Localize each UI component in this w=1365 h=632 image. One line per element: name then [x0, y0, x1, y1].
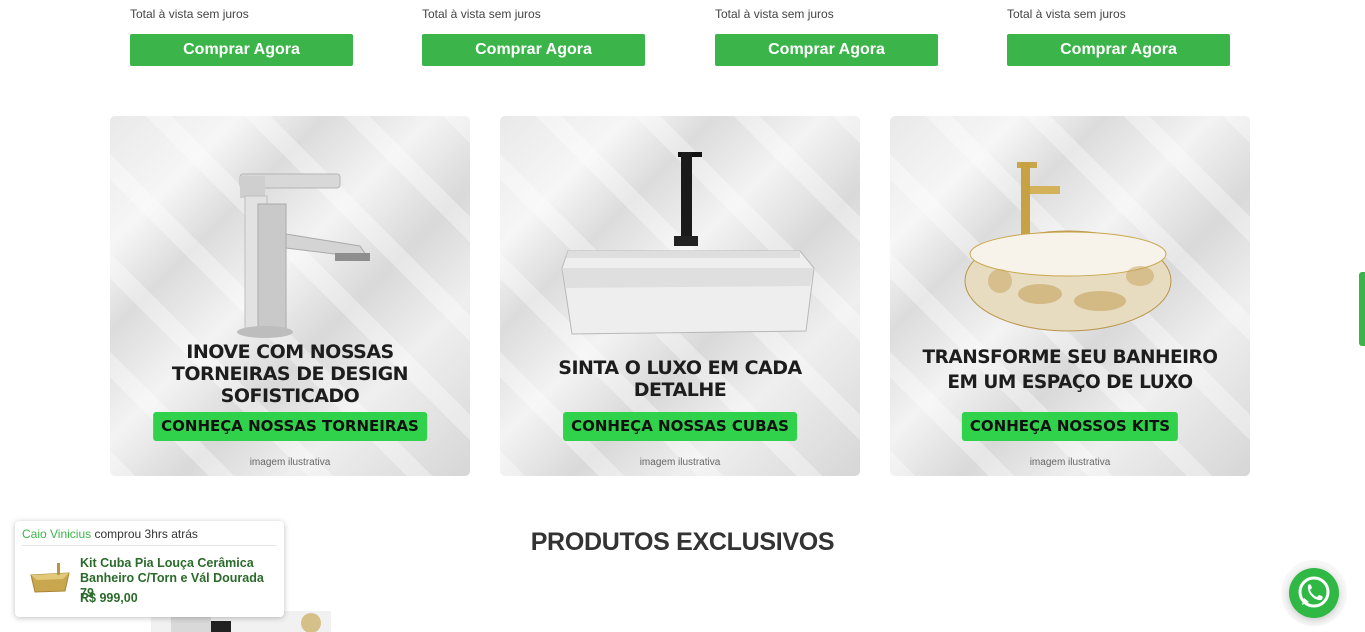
product-buy-row: Total à vista sem juros Comprar Agora To…	[0, 0, 1365, 80]
banner-headline: TRANSFORME SEU BANHEIRO EM UM ESPAÇO DE …	[890, 345, 1250, 395]
banner-faucets[interactable]: INOVE COM NOSSAS TORNEIRAS DE DESIGN SOF…	[110, 116, 470, 476]
shop-faucets-button[interactable]: CONHEÇA NOSSAS TORNEIRAS	[153, 412, 427, 441]
recent-purchase-popup[interactable]: Caio Vinicius comprou 3hrs atrás Kit Cub…	[15, 521, 284, 617]
headline-line: EM UM ESPAÇO DE LUXO	[947, 372, 1193, 393]
purchase-action: comprou 3hrs atrás	[94, 527, 198, 541]
banner-headline: INOVE COM NOSSAS TORNEIRAS DE DESIGN SOF…	[110, 341, 470, 407]
whatsapp-icon	[1298, 576, 1330, 608]
banner-kits[interactable]: TRANSFORME SEU BANHEIRO EM UM ESPAÇO DE …	[890, 116, 1250, 476]
product-card-4: Total à vista sem juros Comprar Agora	[1007, 6, 1230, 66]
headline-line: SINTA O LUXO EM CADA	[558, 357, 802, 379]
banner-sinks[interactable]: SINTA O LUXO EM CADA DETALHE CONHEÇA NOS…	[500, 116, 860, 476]
headline-line: TRANSFORME SEU BANHEIRO	[922, 347, 1218, 368]
whatsapp-button[interactable]	[1289, 568, 1339, 618]
buy-now-button[interactable]: Comprar Agora	[715, 34, 938, 66]
product-thumbnail	[25, 557, 75, 597]
shop-kits-button[interactable]: CONHEÇA NOSSOS KITS	[961, 412, 1179, 441]
golden-kit-image	[964, 162, 1172, 332]
buy-now-button[interactable]: Comprar Agora	[130, 34, 353, 66]
purchase-notice: Caio Vinicius comprou 3hrs atrás	[22, 527, 198, 541]
product-card-3: Total à vista sem juros Comprar Agora	[715, 6, 938, 66]
banner-headline: SINTA O LUXO EM CADA DETALHE	[500, 357, 860, 401]
payment-note: Total à vista sem juros	[715, 7, 834, 21]
illustrative-image-note: imagem ilustrativa	[249, 457, 331, 468]
payment-note: Total à vista sem juros	[1007, 7, 1126, 21]
product-card-2: Total à vista sem juros Comprar Agora	[422, 6, 645, 66]
sink-image	[561, 152, 815, 335]
divider	[22, 545, 277, 546]
payment-note: Total à vista sem juros	[130, 7, 249, 21]
product-card-1: Total à vista sem juros Comprar Agora	[130, 6, 353, 66]
illustrative-image-note: imagem ilustrativa	[1029, 457, 1111, 468]
faucet-image	[237, 173, 370, 338]
shop-sinks-button[interactable]: CONHEÇA NOSSAS CUBAS	[563, 412, 797, 441]
product-price: R$ 999,00	[80, 591, 138, 605]
buy-now-button[interactable]: Comprar Agora	[1007, 34, 1230, 66]
payment-note: Total à vista sem juros	[422, 7, 541, 21]
buy-now-button[interactable]: Comprar Agora	[422, 34, 645, 66]
side-scroll-tab[interactable]	[1359, 272, 1365, 346]
headline-line: DETALHE	[633, 379, 727, 401]
headline-line: INOVE COM NOSSAS	[186, 341, 394, 363]
illustrative-image-note: imagem ilustrativa	[639, 457, 721, 468]
buyer-name: Caio Vinicius	[22, 527, 92, 541]
headline-line: TORNEIRAS DE DESIGN	[171, 363, 409, 385]
headline-line: SOFISTICADO	[220, 385, 360, 407]
